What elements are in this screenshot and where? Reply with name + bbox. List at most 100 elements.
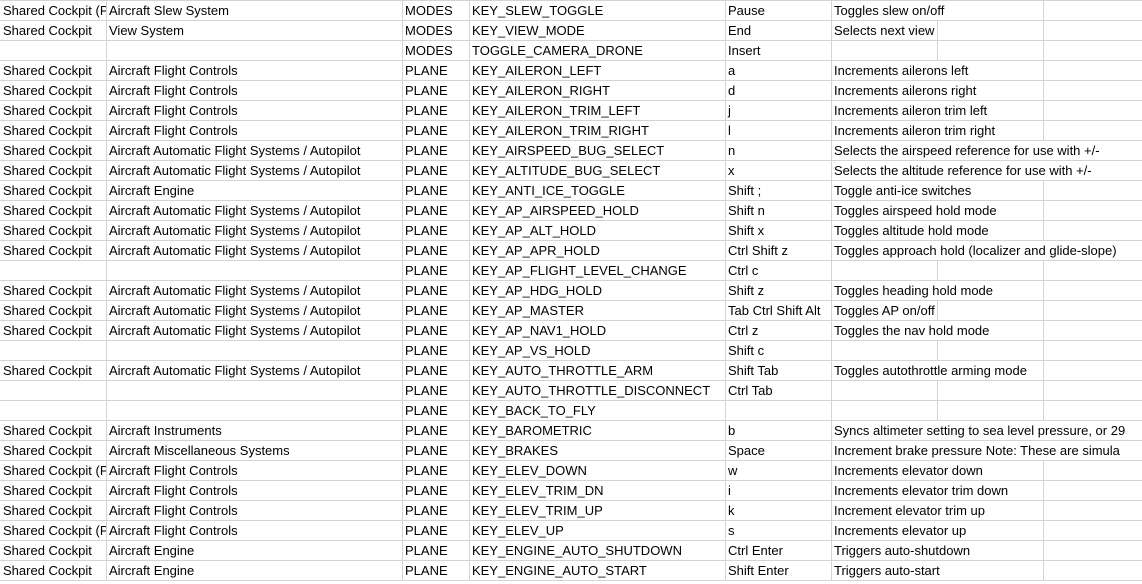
- cell-empty[interactable]: [1043, 561, 1142, 581]
- table-row[interactable]: Shared Cockpit Aircraft Miscellaneous Sys…: [0, 441, 1142, 461]
- table-row[interactable]: Shared Cockpit Aircraft Automatic Flight …: [0, 281, 1142, 301]
- cell-key[interactable]: Tab Ctrl Shift Alt: [725, 301, 832, 321]
- table-row[interactable]: Shared Cockpit Aircraft Engine PLANE KEY_EN…: [0, 561, 1142, 581]
- cell-category[interactable]: Aircraft Instruments: [106, 421, 403, 441]
- cell-description[interactable]: [831, 261, 938, 281]
- table-row[interactable]: PLANE KEY_BACK_TO_FLY: [0, 401, 1142, 421]
- cell-event[interactable]: KEY_BACK_TO_FLY: [469, 401, 726, 421]
- cell-event[interactable]: KEY_ELEV_TRIM_DN: [469, 481, 726, 501]
- cell-key[interactable]: i: [725, 481, 832, 501]
- cell-event[interactable]: KEY_ENGINE_AUTO_START: [469, 561, 726, 581]
- cell-description[interactable]: Selects the altitude reference for use w…: [831, 161, 1093, 181]
- cell-empty[interactable]: [1043, 61, 1142, 81]
- cell-description[interactable]: Toggles altitude hold mode: [831, 221, 990, 241]
- cell-key[interactable]: Ctrl c: [725, 261, 832, 281]
- cell-key[interactable]: Insert: [725, 41, 832, 61]
- cell-description[interactable]: Toggles approach hold (localizer and gli…: [831, 241, 1118, 261]
- cell-context[interactable]: MODES: [402, 21, 470, 41]
- cell-empty[interactable]: [1043, 541, 1142, 561]
- cell-description[interactable]: Toggle anti-ice switches: [831, 181, 973, 201]
- table-row[interactable]: Shared Cockpit Aircraft Automatic Flight …: [0, 201, 1142, 221]
- cell-event[interactable]: KEY_AIRSPEED_BUG_SELECT: [469, 141, 726, 161]
- cell-description[interactable]: [831, 41, 938, 61]
- table-row[interactable]: PLANE KEY_AUTO_THROTTLE_DISCONNECT Ctrl Ta…: [0, 381, 1142, 401]
- cell-key[interactable]: Shift c: [725, 341, 832, 361]
- cell-context[interactable]: PLANE: [402, 241, 470, 261]
- cell-category[interactable]: Aircraft Automatic Flight Systems / Auto…: [106, 321, 403, 341]
- cell-key[interactable]: d: [725, 81, 832, 101]
- cell-empty[interactable]: [937, 561, 1044, 581]
- cell-category[interactable]: View System: [106, 21, 403, 41]
- cell-empty[interactable]: [1043, 481, 1142, 501]
- cell-empty[interactable]: [1043, 301, 1142, 321]
- cell-empty[interactable]: [1043, 381, 1142, 401]
- cell-category[interactable]: Aircraft Automatic Flight Systems / Auto…: [106, 161, 403, 181]
- table-row[interactable]: PLANE KEY_AP_FLIGHT_LEVEL_CHANGE Ctrl c: [0, 261, 1142, 281]
- cell-description[interactable]: Increments aileron trim right: [831, 121, 997, 141]
- table-row[interactable]: Shared Cockpit Aircraft Automatic Flight …: [0, 321, 1142, 341]
- cell-category[interactable]: Aircraft Engine: [106, 541, 403, 561]
- cell-event[interactable]: KEY_AP_NAV1_HOLD: [469, 321, 726, 341]
- cell-key[interactable]: k: [725, 501, 832, 521]
- cell-group[interactable]: [0, 261, 107, 281]
- table-row[interactable]: Shared Cockpit Aircraft Automatic Flight …: [0, 141, 1142, 161]
- cell-category[interactable]: Aircraft Flight Controls: [106, 81, 403, 101]
- table-row[interactable]: Shared Cockpit Aircraft Automatic Flight …: [0, 361, 1142, 381]
- cell-event[interactable]: KEY_AP_MASTER: [469, 301, 726, 321]
- cell-group[interactable]: Shared Cockpit: [0, 541, 107, 561]
- cell-group[interactable]: Shared Cockpit (P: [0, 461, 107, 481]
- table-row[interactable]: PLANE KEY_AP_VS_HOLD Shift c: [0, 341, 1142, 361]
- cell-group[interactable]: [0, 381, 107, 401]
- cell-key[interactable]: j: [725, 101, 832, 121]
- cell-context[interactable]: PLANE: [402, 281, 470, 301]
- cell-description[interactable]: Triggers auto-shutdown: [831, 541, 972, 561]
- cell-key[interactable]: Ctrl Enter: [725, 541, 832, 561]
- cell-category[interactable]: Aircraft Flight Controls: [106, 501, 403, 521]
- cell-group[interactable]: Shared Cockpit: [0, 21, 107, 41]
- cell-event[interactable]: KEY_ALTITUDE_BUG_SELECT: [469, 161, 726, 181]
- cell-empty[interactable]: [1043, 101, 1142, 121]
- cell-empty[interactable]: [937, 21, 1044, 41]
- cell-empty[interactable]: [1043, 81, 1142, 101]
- cell-empty[interactable]: [937, 381, 1044, 401]
- cell-event[interactable]: KEY_ENGINE_AUTO_SHUTDOWN: [469, 541, 726, 561]
- cell-empty[interactable]: [1043, 501, 1142, 521]
- cell-context[interactable]: PLANE: [402, 341, 470, 361]
- cell-context[interactable]: MODES: [402, 41, 470, 61]
- cell-key[interactable]: b: [725, 421, 832, 441]
- cell-key[interactable]: Ctrl Tab: [725, 381, 832, 401]
- cell-event[interactable]: KEY_ELEV_TRIM_UP: [469, 501, 726, 521]
- spreadsheet-grid[interactable]: Shared Cockpit (P Aircraft Slew System MOD…: [0, 1, 1142, 581]
- table-row[interactable]: Shared Cockpit Aircraft Automatic Flight …: [0, 241, 1142, 261]
- cell-context[interactable]: PLANE: [402, 81, 470, 101]
- cell-category[interactable]: [106, 401, 403, 421]
- cell-group[interactable]: Shared Cockpit: [0, 501, 107, 521]
- cell-category[interactable]: Aircraft Automatic Flight Systems / Auto…: [106, 201, 403, 221]
- cell-description[interactable]: [831, 401, 938, 421]
- cell-category[interactable]: Aircraft Flight Controls: [106, 101, 403, 121]
- cell-category[interactable]: Aircraft Automatic Flight Systems / Auto…: [106, 141, 403, 161]
- cell-group[interactable]: Shared Cockpit: [0, 321, 107, 341]
- cell-group[interactable]: Shared Cockpit: [0, 61, 107, 81]
- cell-event[interactable]: KEY_AUTO_THROTTLE_ARM: [469, 361, 726, 381]
- table-row[interactable]: Shared Cockpit Aircraft Flight Controls PL…: [0, 61, 1142, 81]
- cell-category[interactable]: Aircraft Automatic Flight Systems / Auto…: [106, 361, 403, 381]
- cell-category[interactable]: Aircraft Flight Controls: [106, 481, 403, 501]
- cell-key[interactable]: s: [725, 521, 832, 541]
- cell-group[interactable]: Shared Cockpit (P: [0, 521, 107, 541]
- cell-empty[interactable]: [937, 401, 1044, 421]
- cell-group[interactable]: Shared Cockpit: [0, 241, 107, 261]
- cell-description[interactable]: Increments elevator down: [831, 461, 984, 481]
- cell-context[interactable]: PLANE: [402, 461, 470, 481]
- table-row[interactable]: Shared Cockpit Aircraft Automatic Flight …: [0, 161, 1142, 181]
- cell-group[interactable]: [0, 341, 107, 361]
- cell-event[interactable]: KEY_AILERON_RIGHT: [469, 81, 726, 101]
- cell-description[interactable]: Increments elevator trim down: [831, 481, 1010, 501]
- table-row[interactable]: Shared Cockpit Aircraft Flight Controls PL…: [0, 501, 1142, 521]
- cell-context[interactable]: PLANE: [402, 301, 470, 321]
- cell-empty[interactable]: [1043, 181, 1142, 201]
- cell-context[interactable]: PLANE: [402, 121, 470, 141]
- cell-empty[interactable]: [937, 261, 1044, 281]
- table-row[interactable]: MODES TOGGLE_CAMERA_DRONE Insert: [0, 41, 1142, 61]
- cell-category[interactable]: Aircraft Automatic Flight Systems / Auto…: [106, 301, 403, 321]
